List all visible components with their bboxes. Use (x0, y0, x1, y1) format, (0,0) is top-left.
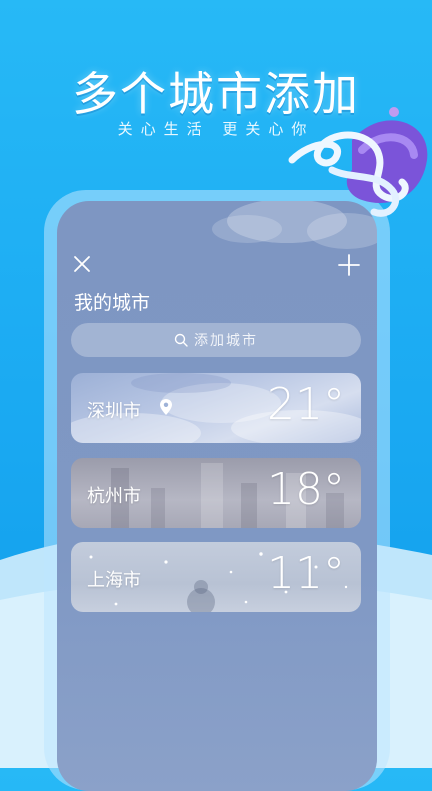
city-card-shanghai[interactable]: 上海市 11° (71, 542, 361, 612)
search-icon (174, 333, 188, 347)
search-input[interactable]: 添加城市 (71, 323, 361, 357)
city-name: 杭州市 (87, 486, 141, 507)
city-name: 上海市 (87, 570, 141, 591)
city-card-shenzhen[interactable]: 深圳市 21° (71, 373, 361, 443)
city-temperature: 11° (267, 548, 345, 599)
decorative-squiggle-icon (288, 107, 428, 217)
page-title: 我的城市 (74, 292, 151, 314)
city-name: 深圳市 (87, 401, 141, 422)
close-icon[interactable] (71, 253, 93, 275)
city-temperature: 21° (267, 379, 345, 430)
location-pin-icon (160, 399, 172, 415)
plus-icon[interactable] (337, 253, 361, 277)
phone-screen: 我的城市 添加城市 深圳市 21° 杭州市 18° 上海市 11° (57, 201, 377, 791)
city-card-hangzhou[interactable]: 杭州市 18° (71, 458, 361, 528)
search-placeholder: 添加城市 (194, 333, 258, 349)
city-temperature: 18° (267, 464, 345, 515)
